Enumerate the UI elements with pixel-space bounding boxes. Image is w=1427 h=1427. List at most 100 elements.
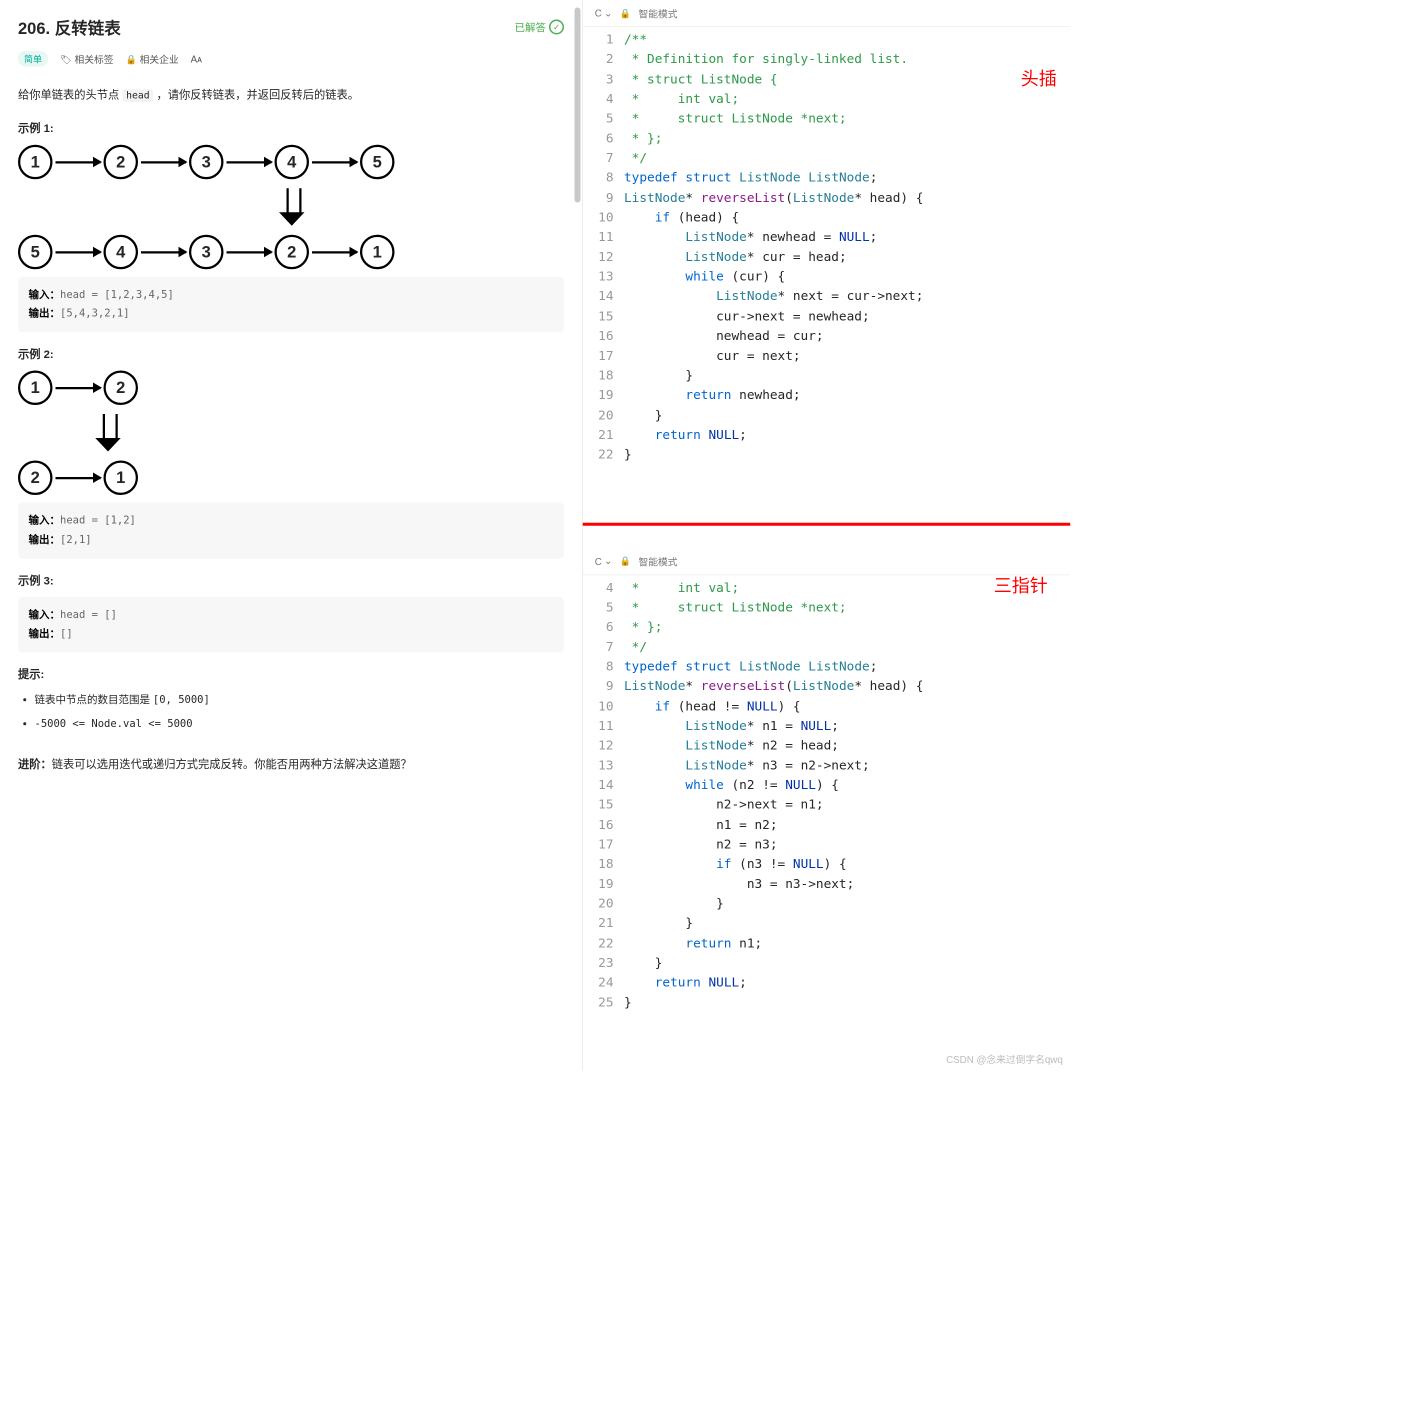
code-line[interactable]: * int val; (624, 89, 1070, 109)
line-number: 11 (583, 228, 614, 248)
code-line[interactable]: ListNode* newhead = NULL; (624, 228, 1070, 248)
code-line[interactable]: /** (624, 30, 1070, 50)
code-line[interactable]: } (624, 993, 1070, 1013)
diagram-node: 1 (104, 461, 139, 496)
code-editor[interactable]: 45678910111213141516171819202122232425 *… (583, 575, 1071, 1016)
tags-button[interactable]: 🏷相关标签 (60, 52, 113, 66)
line-number: 5 (583, 109, 614, 129)
line-number: 18 (583, 366, 614, 386)
code-line[interactable]: ListNode* cur = head; (624, 247, 1070, 267)
line-number: 16 (583, 815, 614, 835)
line-number: 4 (583, 89, 614, 109)
line-number: 11 (583, 716, 614, 736)
code-line[interactable]: } (624, 445, 1070, 465)
line-number: 14 (583, 775, 614, 795)
code-line[interactable]: ListNode* n3 = n2->next; (624, 756, 1070, 776)
line-number: 19 (583, 386, 614, 406)
code-line[interactable]: } (624, 914, 1070, 934)
example-title: 示例 3: (18, 572, 564, 588)
line-number: 1 (583, 30, 614, 50)
line-number: 10 (583, 208, 614, 228)
code-editor[interactable]: 12345678910111213141516171819202122 /** … (583, 27, 1071, 468)
code-line[interactable]: * struct ListNode { (624, 70, 1070, 90)
line-number: 13 (583, 756, 614, 776)
code-line[interactable]: return newhead; (624, 386, 1070, 406)
advance-section: 进阶：链表可以选用迭代或递归方式完成反转。你能否用两种方法解决这道题？ (18, 754, 564, 774)
code-line[interactable]: ListNode* reverseList(ListNode* head) { (624, 677, 1070, 697)
line-number: 7 (583, 149, 614, 169)
example-io: 输入：head = [1,2,3,4,5]输出：[5,4,3,2,1] (18, 277, 564, 333)
font-size-button[interactable]: Aᴀ (191, 53, 202, 64)
line-number: 25 (583, 993, 614, 1013)
code-line[interactable]: typedef struct ListNode ListNode; (624, 168, 1070, 188)
code-line[interactable]: */ (624, 637, 1070, 657)
code-line[interactable]: } (624, 366, 1070, 386)
line-number: 19 (583, 874, 614, 894)
line-number: 13 (583, 267, 614, 287)
arrow-icon (56, 251, 101, 253)
diagram-node: 2 (275, 235, 310, 270)
code-line[interactable]: n2->next = n1; (624, 795, 1070, 815)
language-selector[interactable]: C ⌄ (595, 7, 612, 19)
arrow-icon (56, 161, 101, 163)
scrollbar[interactable] (575, 8, 581, 203)
line-number: 6 (583, 129, 614, 149)
line-number: 18 (583, 854, 614, 874)
code-line[interactable]: while (cur) { (624, 267, 1070, 287)
line-number: 12 (583, 247, 614, 267)
code-line[interactable]: * Definition for singly-linked list. (624, 50, 1070, 70)
code-line[interactable]: ListNode* reverseList(ListNode* head) { (624, 188, 1070, 208)
editor-mode[interactable]: 智能模式 (638, 6, 677, 20)
diagram-node: 5 (18, 235, 53, 270)
arrow-icon (141, 251, 186, 253)
lock-icon: 🔒 (125, 54, 136, 65)
code-line[interactable]: * }; (624, 617, 1070, 637)
code-line[interactable]: cur = next; (624, 346, 1070, 366)
code-line[interactable]: if (head != NULL) { (624, 696, 1070, 716)
code-line[interactable]: } (624, 894, 1070, 914)
code-line[interactable]: } (624, 953, 1070, 973)
arrow-icon (227, 161, 272, 163)
line-number: 3 (583, 70, 614, 90)
code-line[interactable]: cur->next = newhead; (624, 307, 1070, 327)
code-line[interactable]: * struct ListNode *next; (624, 109, 1070, 129)
code-line[interactable]: n3 = n3->next; (624, 874, 1070, 894)
code-line[interactable]: } (624, 405, 1070, 425)
diagram: 1234554321 (18, 145, 564, 270)
line-number: 23 (583, 953, 614, 973)
code-line[interactable]: n2 = n3; (624, 835, 1070, 855)
code-line[interactable]: if (head) { (624, 208, 1070, 228)
code-line[interactable]: * }; (624, 129, 1070, 149)
code-line[interactable]: newhead = cur; (624, 326, 1070, 346)
diagram: 1221 (18, 371, 564, 496)
diagram-node: 3 (189, 235, 224, 270)
line-number: 6 (583, 617, 614, 637)
lock-icon: 🔒 (620, 8, 631, 19)
code-line[interactable]: return NULL; (624, 973, 1070, 993)
code-line[interactable]: return NULL; (624, 425, 1070, 445)
code-line[interactable]: * struct ListNode *next; (624, 598, 1070, 618)
editor-mode[interactable]: 智能模式 (638, 554, 677, 568)
code-line[interactable]: if (n3 != NULL) { (624, 854, 1070, 874)
code-line[interactable]: while (n2 != NULL) { (624, 775, 1070, 795)
line-number: 21 (583, 914, 614, 934)
annotation-label: 头插 (1021, 64, 1057, 90)
line-number: 9 (583, 677, 614, 697)
down-arrow-icon (97, 414, 120, 452)
language-selector[interactable]: C ⌄ (595, 555, 612, 567)
hints-section: 提示: 链表中节点的数目范围是 [0, 5000] -5000 <= Node.… (18, 666, 564, 732)
diagram-node: 2 (18, 461, 53, 496)
hint-item: -5000 <= Node.val <= 5000 (35, 714, 565, 732)
code-line[interactable]: */ (624, 149, 1070, 169)
companies-button[interactable]: 🔒相关企业 (125, 52, 178, 66)
code-line[interactable]: typedef struct ListNode ListNode; (624, 657, 1070, 677)
code-line[interactable]: ListNode* n2 = head; (624, 736, 1070, 756)
diagram-node: 1 (18, 371, 53, 406)
line-number: 20 (583, 405, 614, 425)
code-line[interactable]: ListNode* next = cur->next; (624, 287, 1070, 307)
code-line[interactable]: n1 = n2; (624, 815, 1070, 835)
diagram-node: 5 (360, 145, 395, 180)
code-line[interactable]: return n1; (624, 934, 1070, 954)
line-number: 20 (583, 894, 614, 914)
code-line[interactable]: ListNode* n1 = NULL; (624, 716, 1070, 736)
